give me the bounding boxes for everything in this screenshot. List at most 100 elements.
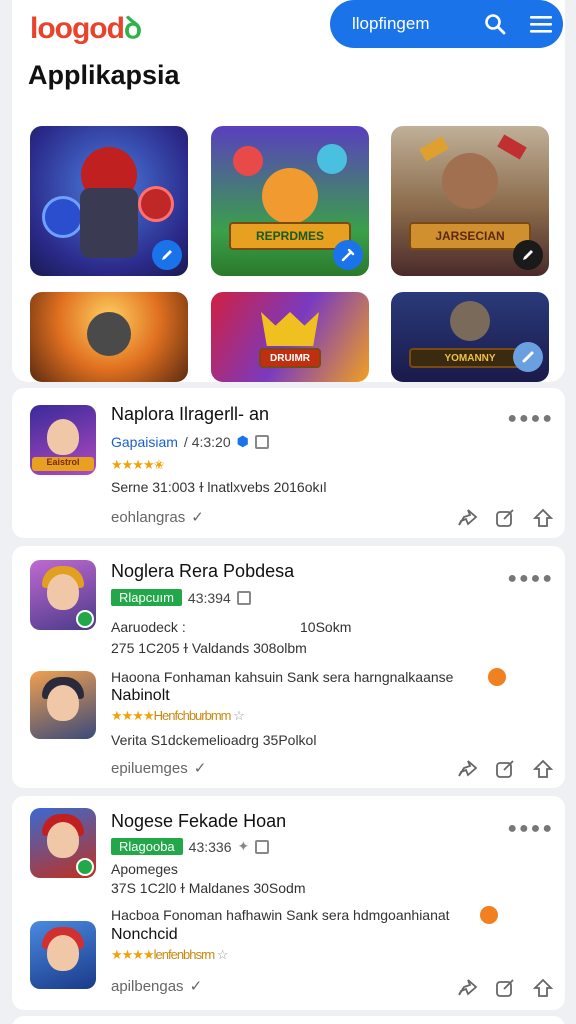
tile-banner: JARSECIAN [409, 222, 531, 250]
app-meta: Gapaisiam / 4:3:20 ⬢ [111, 433, 269, 450]
search-label[interactable]: llopfingem [352, 14, 462, 34]
upload-icon[interactable] [530, 756, 556, 782]
app-icon[interactable] [30, 671, 96, 739]
tile-art [87, 311, 131, 356]
rating-stars: ★★★★Henfchburbmm ☆ [111, 708, 245, 724]
game-tile-4[interactable] [30, 292, 188, 382]
tile-banner: REPRDMES [229, 222, 351, 250]
icon-art [47, 574, 79, 610]
check-icon: ✓ [189, 978, 203, 995]
tile-art [442, 153, 498, 209]
rating-stars: ★★★★lenfenbhsrm ☆ [111, 947, 229, 963]
game-tile-5[interactable]: DRUIMR [211, 292, 369, 382]
verified-badge [76, 610, 94, 628]
edit-icon[interactable] [152, 240, 182, 270]
external-link-icon[interactable] [492, 756, 518, 782]
app-subline: 275 1C205 ɫ Valdands 308olbm [111, 640, 307, 656]
external-link-icon[interactable] [492, 975, 518, 1001]
app-subline-right: 10Sokm [300, 619, 352, 635]
category-tag[interactable]: apilbengas ✓ [111, 977, 203, 996]
app-title[interactable]: Nogese Fekade Hoan [111, 811, 286, 832]
app-code: / 4:3:20 [183, 433, 231, 450]
next-card-peek [12, 1016, 565, 1024]
check-icon: ✓ [193, 760, 207, 777]
app-description: Serne 31:003 ɫ lnatlxvebs 2016okıl [111, 479, 327, 495]
logo-leaf: ꝺ [123, 12, 142, 45]
card-actions [454, 756, 556, 782]
app-code: 43:336 [188, 838, 232, 855]
tag-label: apilbengas [111, 977, 184, 995]
tile-banner: DRUIMR [259, 348, 321, 368]
header-search-bar[interactable]: llopfingem [330, 0, 563, 48]
app-subline: 37S 1C2l0 ɫ Maldanes 30Sodm [111, 880, 306, 896]
upload-icon[interactable] [530, 505, 556, 531]
icon-art [47, 419, 79, 455]
star-icon: ✦ [237, 838, 250, 854]
app-meta: Rlagooba 43:336 ✦ [111, 838, 270, 855]
tag-label: eohlangras [111, 508, 186, 526]
app-title[interactable]: Naplora Ilragerll- an [111, 404, 269, 425]
game-tile-3[interactable]: JARSECIAN [391, 126, 549, 276]
app-icon[interactable] [30, 921, 96, 989]
app-title[interactable]: Noglera Rera Pobdesa [111, 561, 294, 582]
square-icon [255, 839, 270, 854]
menu-icon[interactable] [528, 11, 554, 37]
app-description: Verita S1dckemelioadrg 35Polkol [111, 732, 317, 748]
rating-stars: ★★★★✬ [111, 457, 165, 472]
tag-label: epiluemges [111, 759, 188, 777]
sub-app-title[interactable]: Nonchcid [111, 926, 178, 944]
square-icon [236, 590, 251, 605]
more-options-icon[interactable]: ●●●● [507, 410, 554, 428]
icon-art [47, 685, 79, 721]
sub-app-title[interactable]: Nabinolt [111, 687, 170, 705]
category-badge[interactable]: Rlapcuım [111, 589, 182, 606]
link-icon[interactable] [513, 342, 543, 372]
upload-icon[interactable] [530, 975, 556, 1001]
app-code: 43:394 [187, 589, 231, 606]
verified-icon: ⬢ [236, 433, 249, 449]
check-icon: ✓ [191, 509, 204, 526]
game-tile-1[interactable] [30, 126, 188, 276]
app-subline-left: Apomeges [111, 861, 178, 877]
stars-label: lenfenbhsrm [153, 947, 216, 962]
external-link-icon[interactable] [492, 505, 518, 531]
promo-text: Hacboa Fonoman hafhawin Sank sera hdmgoa… [111, 907, 450, 923]
star-outline-icon: ☆ [214, 947, 229, 962]
share-icon[interactable] [454, 505, 480, 531]
more-options-icon[interactable]: ●●●● [507, 570, 554, 588]
game-tile-6[interactable]: YOMANNY [391, 292, 549, 382]
icon-art [47, 935, 79, 971]
verified-badge [76, 858, 94, 876]
wrench-icon[interactable] [333, 240, 363, 270]
fire-icon [480, 906, 498, 924]
search-icon[interactable] [482, 11, 508, 37]
stars: ★★★★ [111, 708, 155, 723]
card-actions [454, 505, 556, 531]
tile-art [450, 301, 490, 341]
stars: ★★★★ [111, 947, 155, 962]
category-tag[interactable]: eohlangras ✓ [111, 508, 204, 527]
share-icon[interactable] [454, 756, 480, 782]
developer-name[interactable]: Gapaisiam [111, 434, 178, 450]
icon-label: Eaistrol [32, 457, 94, 471]
more-options-icon[interactable]: ●●●● [507, 820, 554, 838]
app-subline-left: Aaruodeck : [111, 619, 186, 635]
star-outline-icon: ☆ [230, 708, 245, 723]
page-title: Applikapsia [28, 60, 180, 90]
pencil-icon[interactable] [513, 240, 543, 270]
icon-art [47, 822, 79, 858]
square-icon [254, 434, 269, 449]
category-tag[interactable]: epiluemges ✓ [111, 759, 207, 778]
card-actions [454, 975, 556, 1001]
app-icon[interactable] [30, 808, 96, 878]
promo-text: Haoona Fonhaman kahsuin Sank sera harngn… [111, 669, 454, 685]
logo-text: loogod [30, 12, 125, 45]
app-icon[interactable] [30, 560, 96, 630]
game-tile-2[interactable]: REPRDMES [211, 126, 369, 276]
share-icon[interactable] [454, 975, 480, 1001]
category-badge[interactable]: Rlagooba [111, 838, 183, 855]
app-meta: Rlapcuım 43:394 [111, 589, 251, 606]
app-logo[interactable]: loogodꝺ [30, 6, 142, 47]
app-icon[interactable]: Eaistrol [30, 405, 96, 475]
tile-art [262, 168, 318, 224]
